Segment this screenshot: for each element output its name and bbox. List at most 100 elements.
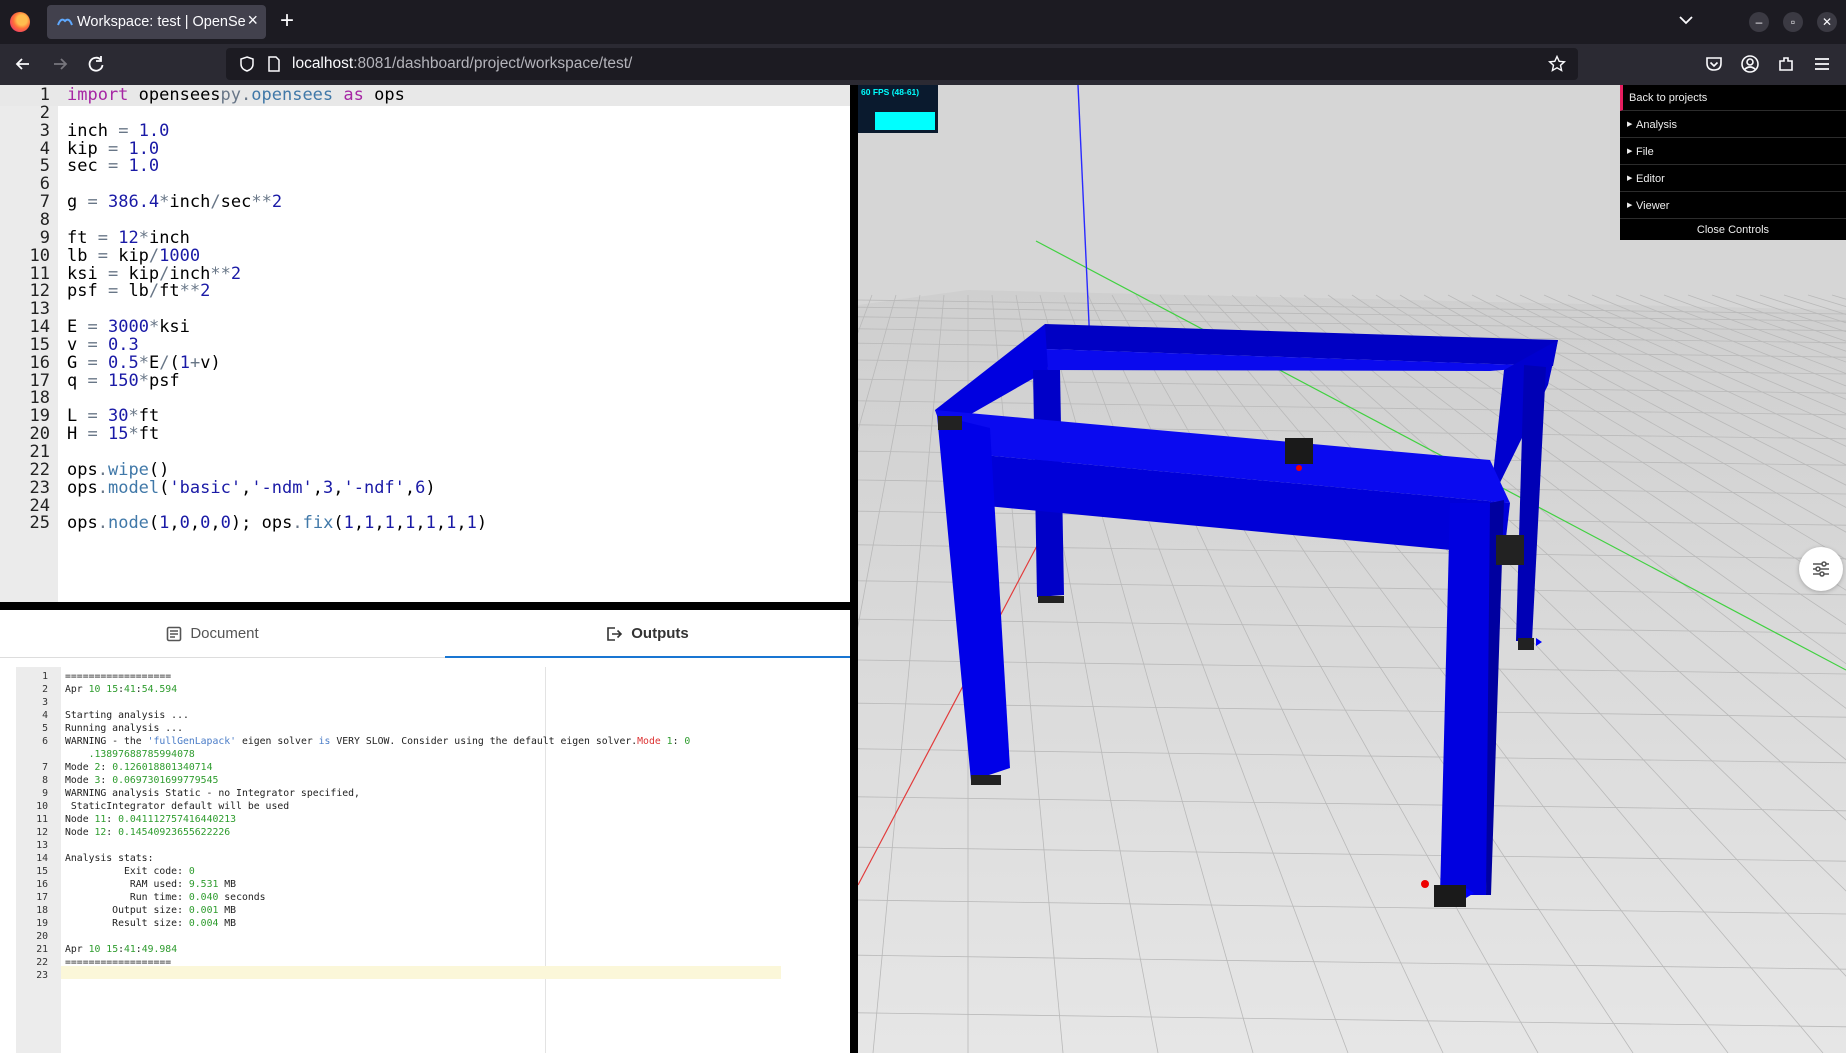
print-margin xyxy=(545,667,546,1053)
output-line-number: 19 xyxy=(36,918,48,929)
firefox-icon[interactable] xyxy=(10,12,30,32)
output-text: Node 12: 0.14540923655622226 xyxy=(65,827,231,838)
tab-outputs-label: Outputs xyxy=(631,625,689,642)
panel-tabs: Document Outputs xyxy=(0,610,850,658)
output-text: Mode 3: 0.0697301699779545 xyxy=(65,775,219,786)
output-text: WARNING analysis Static - no Integrator … xyxy=(65,788,360,799)
code-text: ops.node(1,0,0,0); ops.fix(1,1,1,1,1,1,1… xyxy=(67,513,488,534)
fps-monitor[interactable]: 60 FPS (48-61) xyxy=(858,85,938,133)
output-line-number: 7 xyxy=(42,762,48,773)
output-text: StaticIntegrator default will be used xyxy=(65,801,290,812)
output-line-number: 14 xyxy=(36,853,48,864)
output-text: WARNING - the 'fullGenLapack' eigen solv… xyxy=(65,736,691,747)
output-text: Result size: 0.004 MB xyxy=(65,918,237,929)
output-text: Run time: 0.040 seconds xyxy=(65,892,266,903)
output-line-number: 5 xyxy=(42,723,48,734)
shield-icon[interactable] xyxy=(238,55,256,73)
bottom-panel: Document Outputs 1 ================== 2 Apr… xyxy=(0,610,850,1053)
viewer-folder[interactable]: ▶ Viewer xyxy=(1620,193,1846,219)
new-tab-icon[interactable]: + xyxy=(280,7,294,35)
center-node[interactable] xyxy=(1285,438,1313,464)
output-text: ================== xyxy=(65,957,172,968)
output-text: Apr 10 15:41:49.984 xyxy=(65,944,178,955)
output-text: .13897688785994078 xyxy=(88,749,195,760)
caret-right-icon: ▶ xyxy=(1627,202,1633,209)
output-text: Apr 10 15:41:54.594 xyxy=(65,684,178,695)
close-tab-icon[interactable]: × xyxy=(247,10,258,31)
back-to-projects-label: Back to projects xyxy=(1629,92,1708,104)
output-line-number: 2 xyxy=(42,684,48,695)
tab-list-icon[interactable] xyxy=(1677,11,1695,29)
outputs-icon xyxy=(607,627,623,641)
output-text: Exit code: 0 xyxy=(65,866,195,877)
back-arrow-icon[interactable] xyxy=(13,54,33,74)
close-controls-button[interactable]: Close Controls xyxy=(1620,220,1846,240)
output-line-number: 22 xyxy=(36,957,48,968)
caret-right-icon: ▶ xyxy=(1627,175,1633,182)
output-text: ================== xyxy=(65,671,172,682)
menu-icon[interactable] xyxy=(1812,54,1832,74)
close-window-icon[interactable]: ✕ xyxy=(1817,12,1837,32)
output-line-number: 13 xyxy=(36,840,48,851)
url-bar[interactable]: localhost:8081/dashboard/project/workspa… xyxy=(226,48,1578,80)
code-line[interactable]: 25 ops.node(1,0,0,0); ops.fix(1,1,1,1,1,1… xyxy=(0,513,850,534)
tab-document[interactable]: Document xyxy=(0,610,425,658)
analysis-folder[interactable]: ▶ Analysis xyxy=(1620,112,1846,138)
output-line-number: 10 xyxy=(36,801,48,812)
output-line-number: 1 xyxy=(42,671,48,682)
pocket-icon[interactable] xyxy=(1704,54,1724,74)
restore-icon[interactable]: ▫ xyxy=(1783,12,1803,32)
fps-graph xyxy=(875,112,935,130)
output-line-number: 8 xyxy=(42,775,48,786)
tab-outputs[interactable]: Outputs xyxy=(445,610,850,658)
output-line-number: 20 xyxy=(36,931,48,942)
output-text: Analysis stats: xyxy=(65,853,154,864)
caret-right-icon: ▶ xyxy=(1627,148,1633,155)
extensions-icon[interactable] xyxy=(1776,54,1796,74)
output-text: RAM used: 9.531 MB xyxy=(65,879,237,890)
star-icon[interactable] xyxy=(1548,55,1566,73)
horizontal-splitter[interactable] xyxy=(0,602,850,610)
opensees-icon xyxy=(57,18,73,26)
file-label: File xyxy=(1636,146,1654,158)
output-line-number: 6 xyxy=(42,736,48,747)
output-text: Mode 2: 0.126018801340714 xyxy=(65,762,213,773)
output-line-number: 18 xyxy=(36,905,48,916)
file-folder[interactable]: ▶ File xyxy=(1620,139,1846,165)
output-line-number: 15 xyxy=(36,866,48,877)
viewer-controls-panel: Back to projects ▶ Analysis ▶ File ▶ Edi… xyxy=(1620,85,1846,240)
output-line-number: 4 xyxy=(42,710,48,721)
url-path: :8081/dashboard/project/workspace/test/ xyxy=(353,55,633,72)
output-line-number: 3 xyxy=(42,697,48,708)
output-text: Starting analysis ... xyxy=(65,710,189,721)
fps-text: 60 FPS (48-61) xyxy=(861,87,920,97)
output-text: Running analysis ... xyxy=(65,723,183,734)
output-line-number: 17 xyxy=(36,892,48,903)
back-to-projects-link[interactable]: Back to projects xyxy=(1620,85,1846,111)
code-editor[interactable]: 1 import openseespy.opensees as ops 2 3 inch… xyxy=(0,85,850,602)
output-line-number: 16 xyxy=(36,879,48,890)
vertical-splitter[interactable] xyxy=(850,85,858,1053)
nav-bar: localhost:8081/dashboard/project/workspa… xyxy=(0,44,1846,85)
page-icon[interactable] xyxy=(266,55,282,73)
output-line-number: 21 xyxy=(36,944,48,955)
forward-arrow-icon[interactable] xyxy=(50,54,70,74)
tab-title: Workspace: test | OpenSees xyxy=(77,14,245,30)
analysis-label: Analysis xyxy=(1636,119,1677,131)
url-text[interactable]: localhost:8081/dashboard/project/workspa… xyxy=(292,55,632,73)
viewer-label: Viewer xyxy=(1636,200,1670,212)
tab-document-label: Document xyxy=(190,625,259,642)
settings-button[interactable] xyxy=(1799,547,1843,591)
document-icon xyxy=(167,626,182,642)
tab-bar: Workspace: test | OpenSees × + – ▫ ✕ xyxy=(0,0,1846,44)
output-line-number: 9 xyxy=(42,788,48,799)
editor-folder[interactable]: ▶ Editor xyxy=(1620,166,1846,192)
browser-tab[interactable]: Workspace: test | OpenSees × xyxy=(47,5,266,39)
editor-label: Editor xyxy=(1636,173,1665,185)
line-number: 25 xyxy=(29,513,50,534)
account-icon[interactable] xyxy=(1740,54,1760,74)
output-text: Output size: 0.001 MB xyxy=(65,905,237,916)
sliders-icon xyxy=(1813,561,1829,577)
minimize-icon[interactable]: – xyxy=(1749,12,1769,32)
reload-icon[interactable] xyxy=(86,54,106,74)
